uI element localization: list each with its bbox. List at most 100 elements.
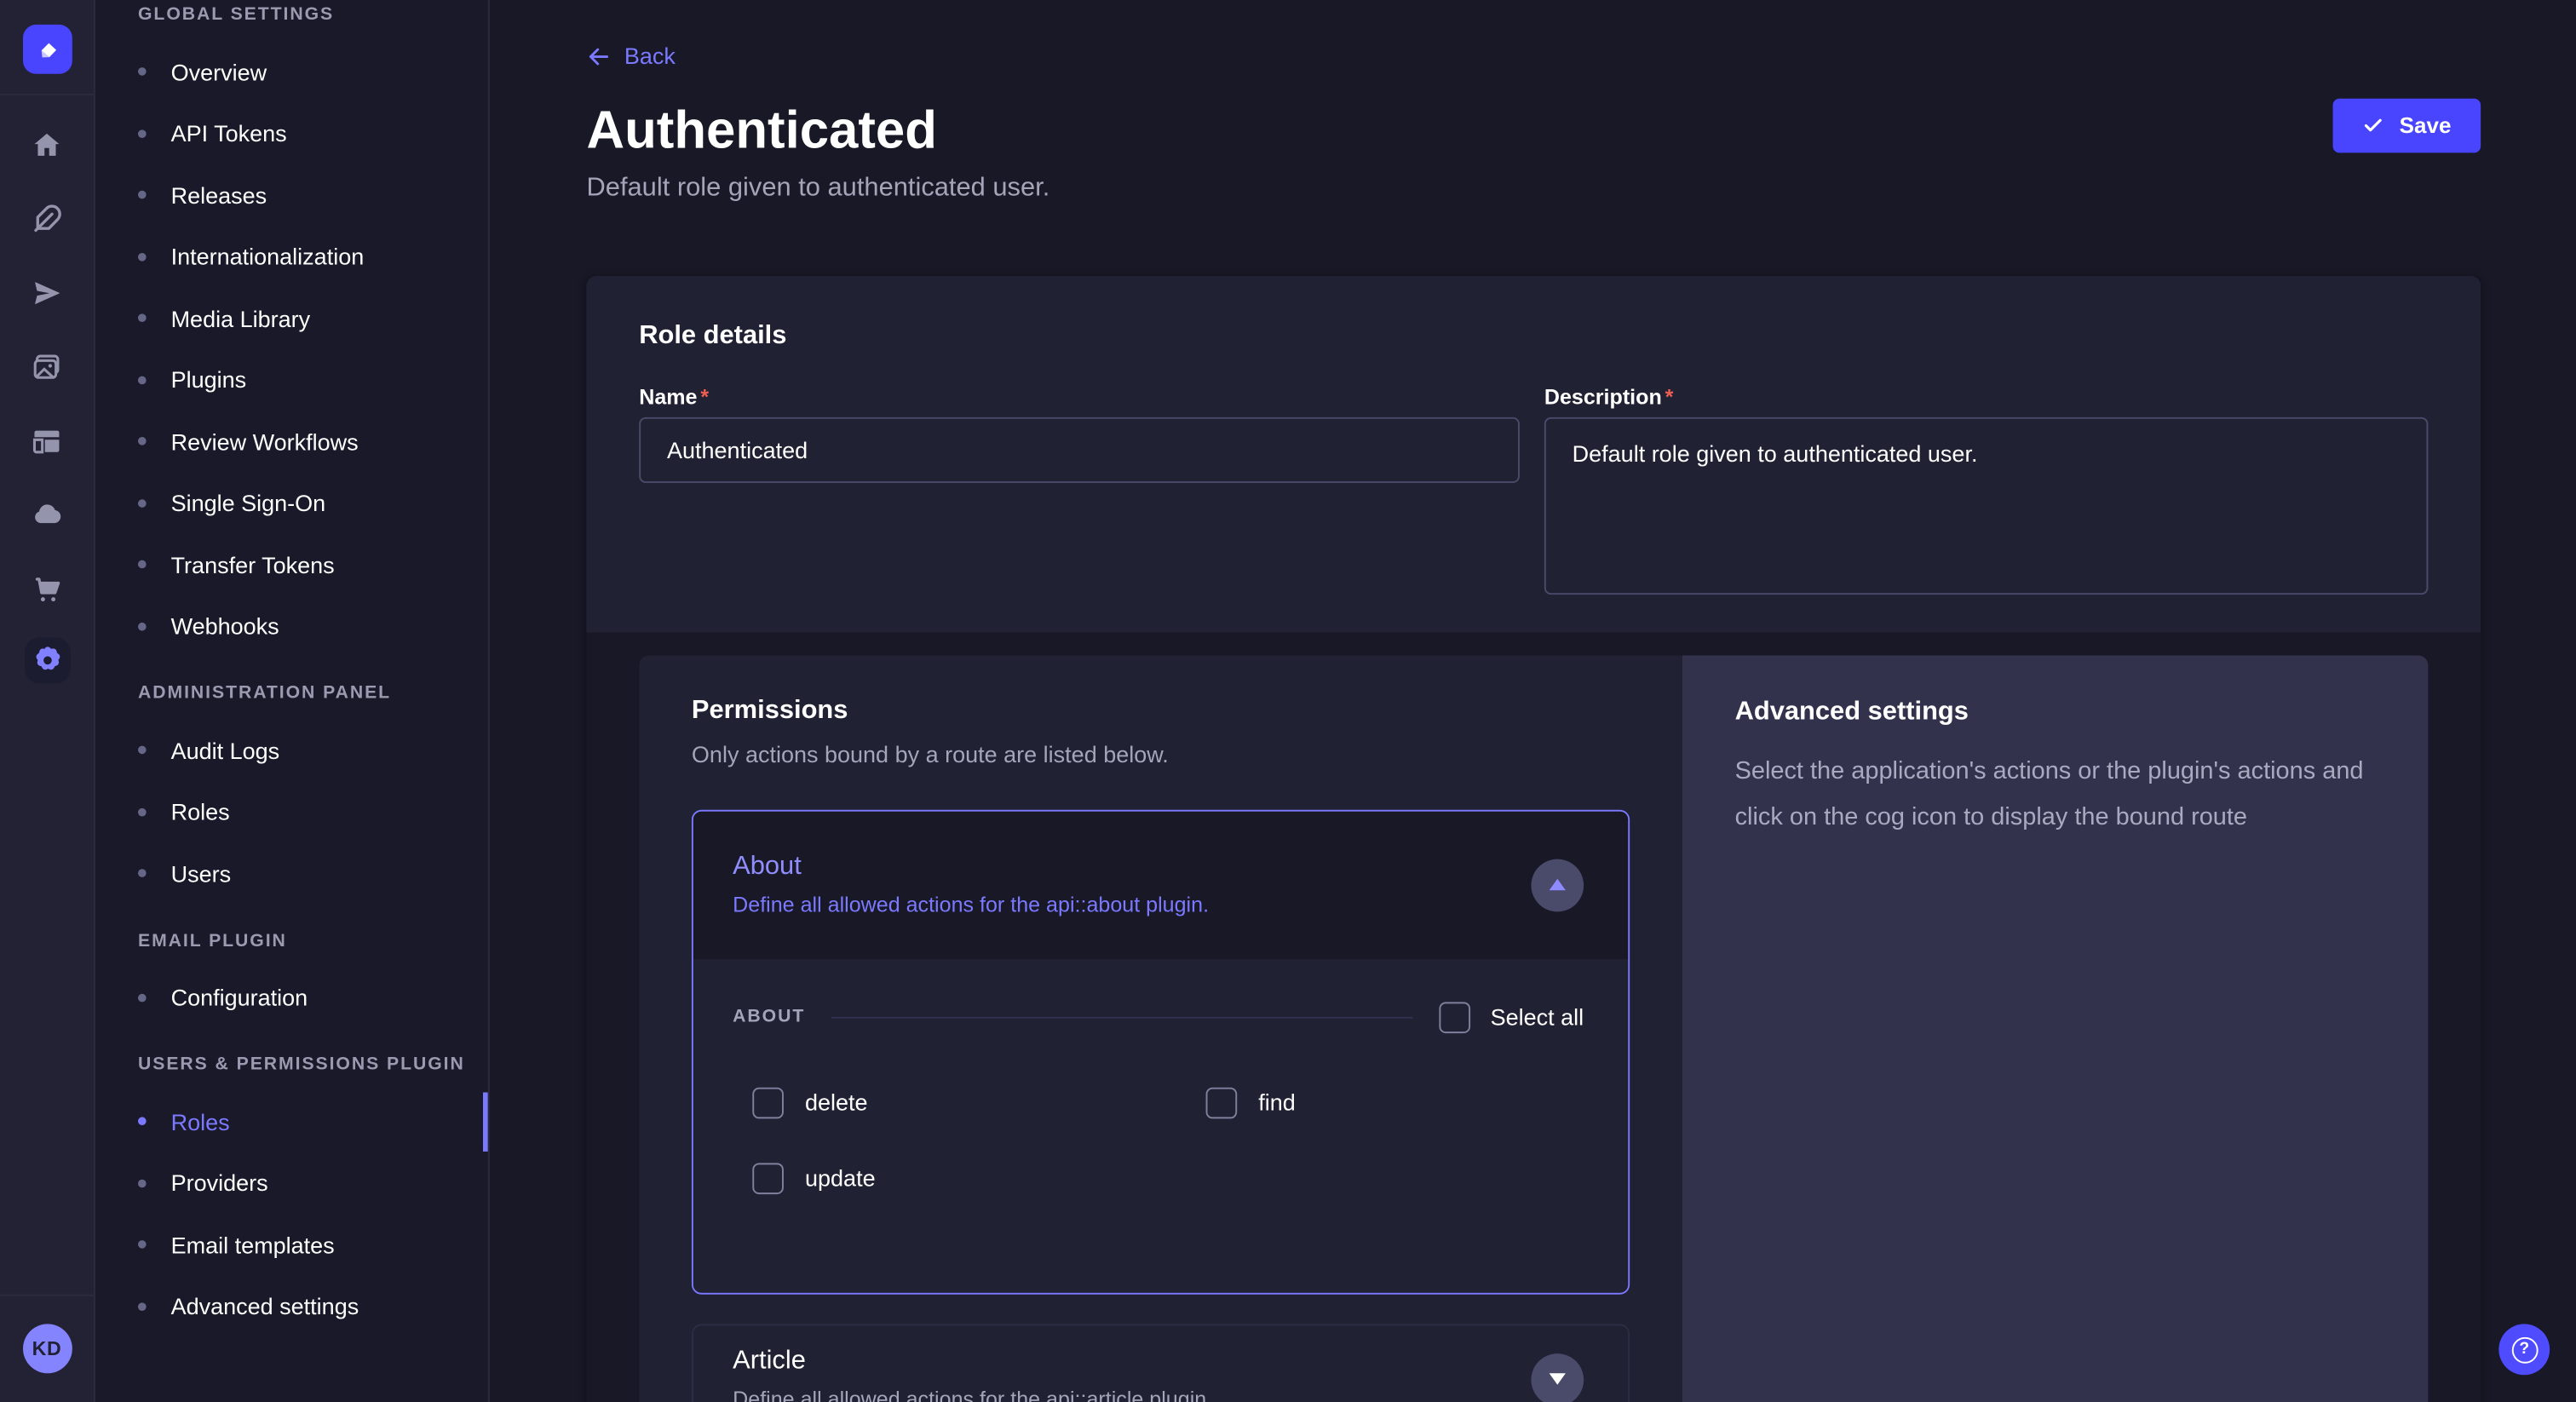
- gear-icon: [31, 644, 64, 677]
- sidebar-item-api-tokens[interactable]: API Tokens: [95, 103, 488, 164]
- collapse-accordion-button[interactable]: [1531, 859, 1584, 911]
- about-actions-grid: delete find update: [733, 1087, 1584, 1193]
- bullet-icon: [138, 253, 147, 261]
- home-nav-button[interactable]: [22, 120, 72, 170]
- about-group-label: ABOUT: [733, 1007, 805, 1026]
- subnav-section-users-permissions: USERS & PERMISSIONS PLUGIN Roles Provide…: [95, 1054, 488, 1337]
- role-details-title: Role details: [639, 321, 2428, 351]
- checkbox-delete[interactable]: [752, 1087, 784, 1118]
- subnav-header-email-plugin: EMAIL PLUGIN: [95, 931, 488, 951]
- content-manager-nav-button[interactable]: [22, 416, 72, 465]
- bullet-icon: [138, 993, 147, 1002]
- sidebar-item-webhooks[interactable]: Webhooks: [95, 595, 488, 657]
- bullet-icon: [138, 376, 147, 384]
- action-label-delete: delete: [805, 1089, 868, 1116]
- sidebar-item-overview[interactable]: Overview: [95, 41, 488, 102]
- photos-icon: [32, 351, 63, 382]
- sidebar-item-users[interactable]: Users: [95, 842, 488, 904]
- accordion-about-subtitle: Define all allowed actions for the api::…: [733, 892, 1209, 916]
- strapi-logo[interactable]: [22, 25, 72, 74]
- permissions-section: Permissions Only actions bound by a rout…: [586, 632, 2481, 1402]
- bullet-icon: [138, 499, 147, 508]
- rail-bottom: KD: [0, 1294, 94, 1402]
- bullet-icon: [138, 437, 147, 445]
- description-field-group: Description* Default role given to authe…: [1544, 383, 2429, 601]
- sidebar-item-admin-roles[interactable]: Roles: [95, 781, 488, 842]
- checkbox-update[interactable]: [752, 1162, 784, 1193]
- subnav-section-email-plugin: EMAIL PLUGIN Configuration: [95, 931, 488, 1029]
- marketplace-nav-button[interactable]: [22, 563, 72, 612]
- description-field[interactable]: Default role given to authenticated user…: [1544, 417, 2429, 594]
- rail-divider: [0, 94, 94, 95]
- accordion-article-title: Article: [733, 1346, 1212, 1376]
- sidebar-item-advanced-settings[interactable]: Advanced settings: [95, 1276, 488, 1337]
- back-arrow-icon: [586, 43, 611, 68]
- role-details-card: Role details Name* Description* Default …: [586, 275, 2481, 1402]
- expand-accordion-button[interactable]: [1531, 1353, 1584, 1402]
- sidebar-item-audit-logs[interactable]: Audit Logs: [95, 720, 488, 781]
- bullet-icon: [138, 622, 147, 630]
- action-label-find: find: [1258, 1089, 1296, 1116]
- description-label: Description*: [1544, 383, 2429, 410]
- accordion-about-body: ABOUT Select all delete: [693, 958, 1628, 1291]
- deploy-nav-button[interactable]: [22, 267, 72, 317]
- sidebar-item-single-sign-on[interactable]: Single Sign-On: [95, 472, 488, 533]
- back-link[interactable]: Back: [586, 43, 675, 69]
- strapi-logo-icon: [32, 34, 62, 64]
- sidebar-item-configuration[interactable]: Configuration: [95, 967, 488, 1028]
- main-nav-rail: KD: [0, 0, 95, 1402]
- cloud-nav-button[interactable]: [22, 490, 72, 539]
- bullet-icon: [138, 1118, 147, 1126]
- accordion-about: About Define all allowed actions for the…: [692, 809, 1630, 1294]
- bullet-icon: [138, 68, 147, 77]
- name-field[interactable]: [639, 417, 1520, 482]
- accordion-article-subtitle: Define all allowed actions for the api::…: [733, 1386, 1212, 1402]
- media-library-nav-button[interactable]: [22, 342, 72, 391]
- subnav-header-users-permissions: USERS & PERMISSIONS PLUGIN: [95, 1054, 488, 1074]
- bullet-icon: [138, 1179, 147, 1187]
- checkbox-find[interactable]: [1206, 1087, 1238, 1118]
- back-label: Back: [624, 43, 676, 69]
- accordion-about-title: About: [733, 853, 1209, 882]
- subnav-header-admin-panel: ADMINISTRATION PANEL: [95, 683, 488, 703]
- cart-icon: [32, 572, 63, 604]
- select-all-checkbox[interactable]: [1440, 1001, 1471, 1032]
- sidebar-item-providers[interactable]: Providers: [95, 1152, 488, 1214]
- required-asterisk: *: [1665, 383, 1674, 408]
- paper-plane-icon: [32, 277, 63, 308]
- save-label: Save: [2400, 113, 2452, 138]
- sidebar-item-transfer-tokens[interactable]: Transfer Tokens: [95, 534, 488, 595]
- sidebar-item-media-library[interactable]: Media Library: [95, 287, 488, 348]
- sidebar-item-up-roles[interactable]: Roles: [95, 1091, 488, 1152]
- user-avatar[interactable]: KD: [22, 1324, 72, 1373]
- name-field-group: Name*: [639, 383, 1520, 601]
- save-button[interactable]: Save: [2333, 99, 2481, 153]
- sidebar-item-email-templates[interactable]: Email templates: [95, 1214, 488, 1275]
- sidebar-item-releases[interactable]: Releases: [95, 164, 488, 226]
- accordion-article-header[interactable]: Article Define all allowed actions for t…: [692, 1323, 1630, 1402]
- bullet-icon: [138, 1241, 147, 1250]
- chevron-down-icon: [1550, 1373, 1566, 1385]
- action-row-update: update: [752, 1162, 1205, 1193]
- subnav-section-admin-panel: ADMINISTRATION PANEL Audit Logs Roles Us…: [95, 683, 488, 904]
- select-all-label: Select all: [1491, 1003, 1584, 1030]
- settings-subnav: GLOBAL SETTINGS Overview API Tokens Rele…: [95, 0, 490, 1402]
- advanced-settings-panel: Advanced settings Select the application…: [1682, 655, 2429, 1402]
- bullet-icon: [138, 746, 147, 755]
- layout-icon: [32, 425, 63, 457]
- bullet-icon: [138, 314, 147, 323]
- sidebar-item-plugins[interactable]: Plugins: [95, 349, 488, 411]
- home-icon: [32, 129, 63, 160]
- help-button[interactable]: ?: [2498, 1324, 2550, 1375]
- sidebar-item-review-workflows[interactable]: Review Workflows: [95, 411, 488, 472]
- bullet-icon: [138, 1302, 147, 1311]
- page-title: Authenticated: [586, 100, 2481, 160]
- bullet-icon: [138, 560, 147, 569]
- bullet-icon: [138, 807, 147, 816]
- settings-nav-button[interactable]: [24, 637, 70, 683]
- permissions-column: Permissions Only actions bound by a rout…: [639, 655, 1682, 1402]
- content-builder-nav-button[interactable]: [22, 194, 72, 244]
- group-divider: [831, 1016, 1413, 1018]
- accordion-about-header[interactable]: About Define all allowed actions for the…: [693, 811, 1628, 959]
- sidebar-item-internationalization[interactable]: Internationalization: [95, 226, 488, 287]
